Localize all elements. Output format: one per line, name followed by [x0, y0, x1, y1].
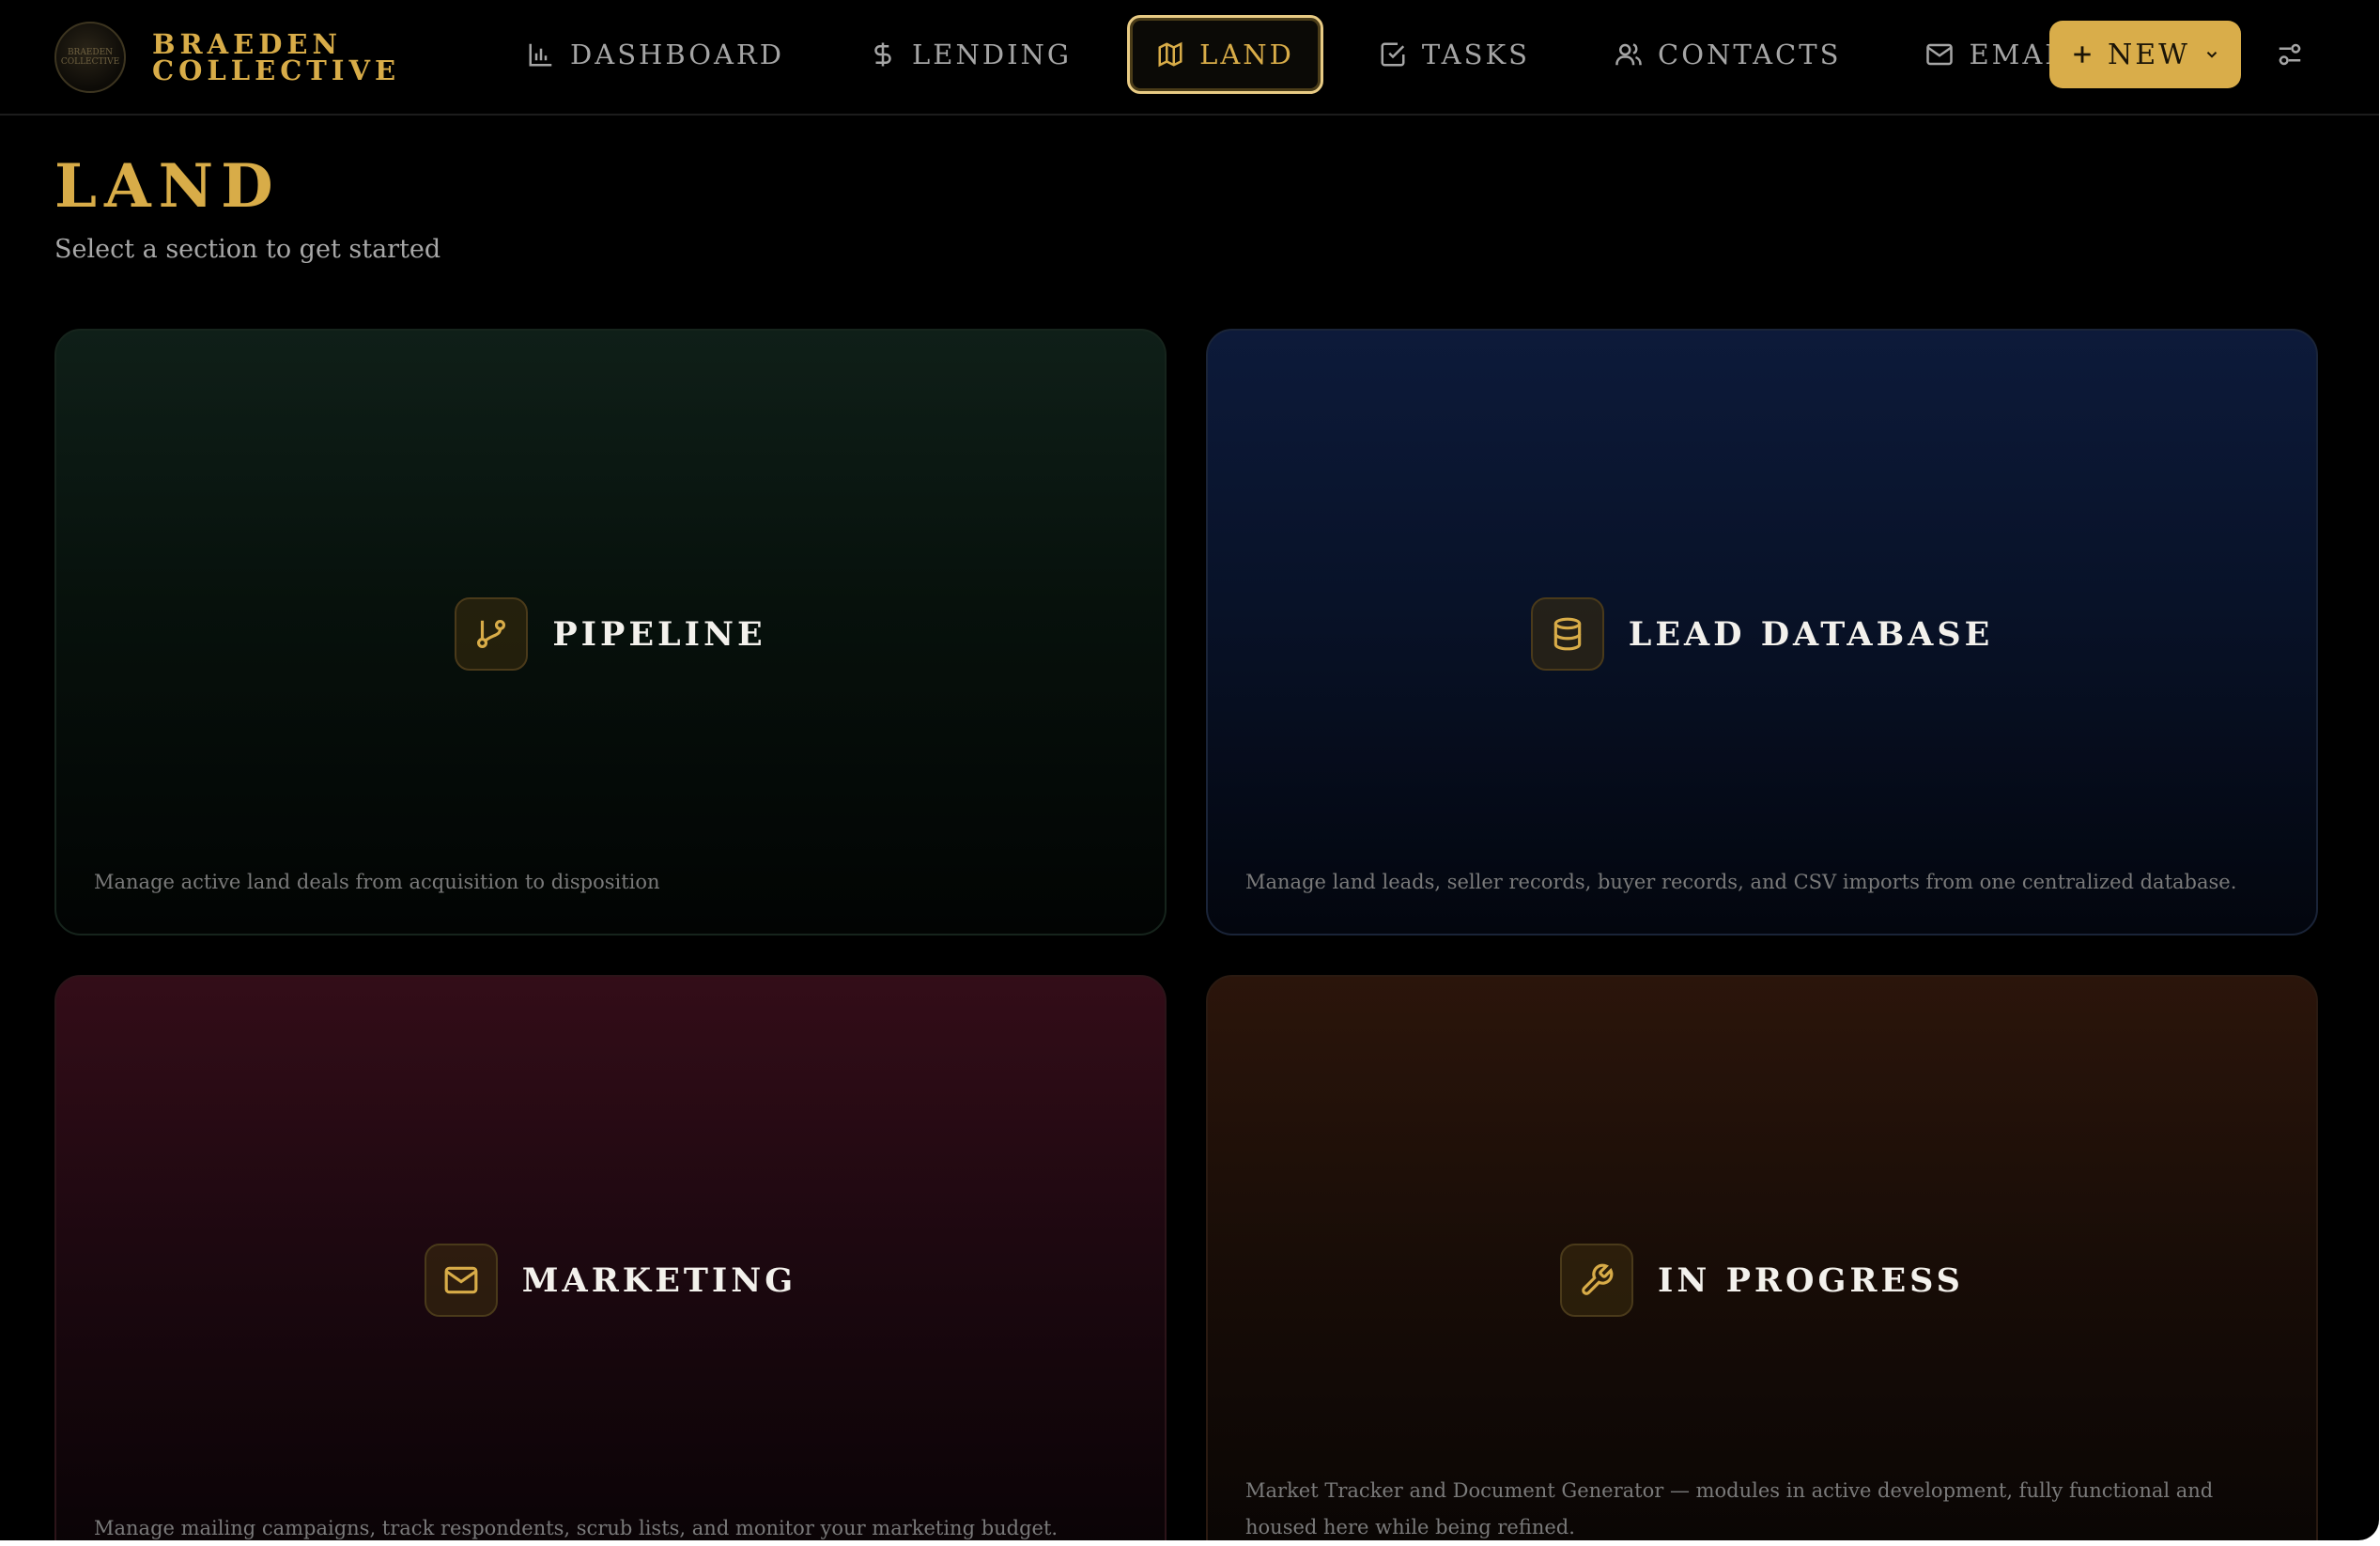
card-description: Manage land leads, seller records, buyer…	[1245, 871, 2237, 893]
nav-item-label: LAND	[1199, 39, 1294, 70]
nav-item-lending[interactable]: LENDING	[840, 15, 1101, 94]
nav-item-tasks[interactable]: TASKS	[1350, 15, 1559, 94]
page-subtitle: Select a section to get started	[54, 235, 441, 264]
brand-logo: BRAEDEN COLLECTIVE	[54, 22, 126, 93]
card-header: PIPELINE	[56, 597, 1165, 671]
nav-item-label: DASHBOARD	[570, 39, 785, 70]
nav-item-contacts[interactable]: CONTACTS	[1585, 15, 1870, 94]
nav-item-label: LENDING	[912, 39, 1073, 70]
new-button-label: NEW	[2108, 38, 2190, 71]
top-navigation-bar: BRAEDEN COLLECTIVE BRAEDEN COLLECTIVE DA…	[0, 0, 2379, 116]
brand[interactable]: BRAEDEN COLLECTIVE BRAEDEN COLLECTIVE	[54, 21, 400, 94]
brand-name-line2: COLLECTIVE	[152, 54, 401, 86]
chevron-down-icon	[2206, 52, 2218, 58]
card-icon-box	[424, 1244, 498, 1317]
card-description: Manage active land deals from acquisitio…	[94, 871, 660, 893]
brand-name: BRAEDEN COLLECTIVE	[152, 28, 401, 86]
main-nav: DASHBOARD LENDING LAND TASKS CONTACTS EM…	[498, 15, 2130, 94]
bar-chart-icon	[529, 43, 552, 67]
plus-icon	[2074, 46, 2091, 63]
dollar-icon	[874, 42, 891, 67]
database-icon	[1553, 617, 1581, 651]
git-branch-icon	[477, 619, 506, 649]
nav-item-dashboard[interactable]: DASHBOARD	[498, 15, 813, 94]
card-title: IN PROGRESS	[1658, 1260, 1964, 1300]
settings-button[interactable]	[2271, 36, 2309, 73]
card-icon-box	[1560, 1244, 1634, 1317]
card-pipeline[interactable]: PIPELINE Manage active land deals from a…	[54, 329, 1167, 935]
mail-icon	[1926, 43, 1954, 66]
app-window: BRAEDEN COLLECTIVE BRAEDEN COLLECTIVE DA…	[0, 0, 2379, 1540]
card-in-progress[interactable]: IN PROGRESS Market Tracker and Document …	[1206, 975, 2318, 1540]
card-description: Market Tracker and Document Generator — …	[1245, 1479, 2214, 1538]
brand-name-line1: BRAEDEN	[152, 28, 342, 60]
page-title: LAND	[54, 151, 281, 222]
card-title: LEAD DATABASE	[1628, 614, 1994, 654]
card-icon-box	[1530, 597, 1604, 671]
card-header: MARKETING	[56, 1244, 1165, 1317]
card-icon-box	[455, 597, 529, 671]
users-icon	[1615, 43, 1642, 66]
card-title: PIPELINE	[552, 614, 766, 654]
checkbox-icon	[1381, 42, 1405, 67]
new-button[interactable]: NEW	[2049, 21, 2241, 88]
card-header: LEAD DATABASE	[1208, 597, 2316, 671]
sliders-icon	[2279, 43, 2301, 66]
brand-logo-text: BRAEDEN COLLECTIVE	[60, 48, 120, 67]
nav-item-land[interactable]: LAND	[1127, 15, 1323, 94]
wrench-icon	[1582, 1263, 1614, 1295]
card-marketing[interactable]: MARKETING Manage mailing campaigns, trac…	[54, 975, 1167, 1540]
card-title: MARKETING	[521, 1260, 797, 1300]
card-lead-database[interactable]: LEAD DATABASE Manage land leads, seller …	[1206, 329, 2318, 935]
mail-icon	[444, 1266, 478, 1294]
map-icon	[1158, 41, 1182, 68]
card-header: IN PROGRESS	[1208, 1244, 2316, 1317]
nav-item-label: TASKS	[1421, 39, 1531, 70]
card-description: Manage mailing campaigns, track responde…	[94, 1517, 1059, 1539]
nav-item-label: CONTACTS	[1658, 39, 1842, 70]
